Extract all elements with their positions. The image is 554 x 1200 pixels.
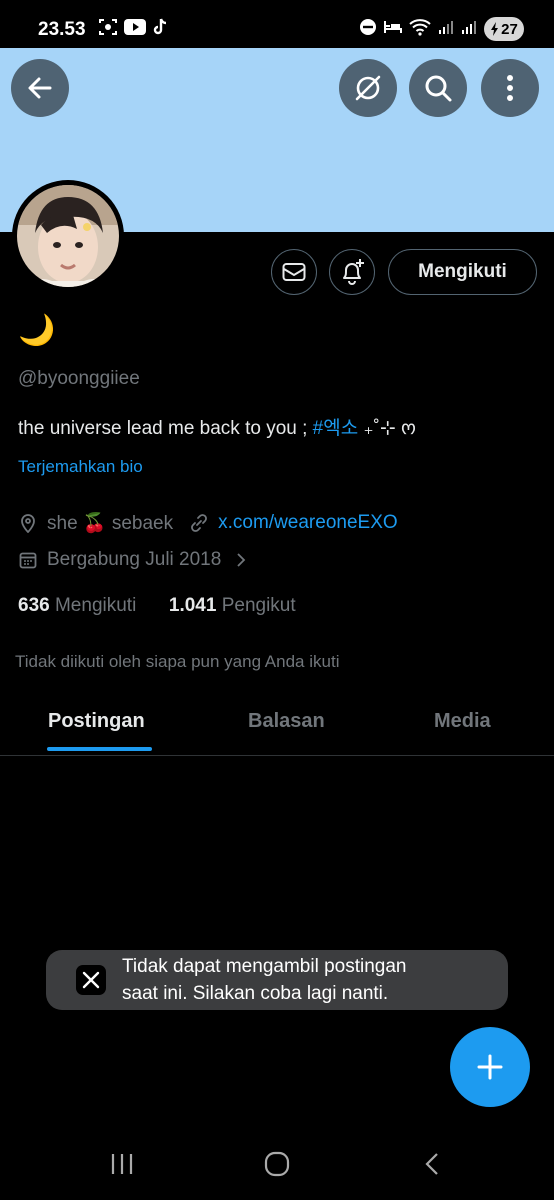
hide-profile-button[interactable] xyxy=(339,59,397,117)
mutual-followers-note: Tidak diikuti oleh siapa pun yang Anda i… xyxy=(15,652,340,671)
arrow-left-icon xyxy=(28,77,52,99)
compose-button[interactable] xyxy=(450,1027,530,1107)
bio-hashtag-link[interactable]: #엑소 xyxy=(313,418,359,439)
home-button[interactable] xyxy=(257,1148,297,1180)
profile-handle: @byoonggiiee xyxy=(18,368,140,389)
tab-media[interactable]: Media xyxy=(434,710,491,733)
search-button[interactable] xyxy=(409,59,467,117)
battery-indicator: 27 xyxy=(484,17,524,41)
following-button[interactable]: Mengikuti xyxy=(388,249,537,295)
profile-location: she 🍒 sebaek xyxy=(47,513,174,534)
display-name: 🌙 xyxy=(18,314,56,347)
plus-icon xyxy=(477,1054,503,1080)
battery-level: 27 xyxy=(501,20,518,38)
x-logo-icon xyxy=(76,965,106,995)
recent-apps-button[interactable] xyxy=(102,1148,142,1180)
screenshot-icon xyxy=(98,18,118,41)
toast-line-1: Tidak dapat mengambil postingan xyxy=(122,956,407,977)
avatar[interactable] xyxy=(12,180,124,292)
dnd-icon xyxy=(359,18,377,41)
back-button[interactable] xyxy=(11,59,69,117)
avatar-image xyxy=(17,185,119,287)
charging-icon xyxy=(491,22,499,36)
signal-icon-2 xyxy=(461,19,477,40)
profile-meta-row: she 🍒 sebaek x.com/weareoneEXO xyxy=(18,511,398,535)
system-back-button[interactable] xyxy=(412,1148,452,1180)
bio-text: the universe lead me back to you ; xyxy=(18,418,313,439)
signal-icon xyxy=(438,19,454,40)
bell-plus-icon xyxy=(343,259,364,285)
eye-slash-icon xyxy=(355,75,381,101)
profile-joined-row[interactable]: Bergabung Juli 2018 xyxy=(18,549,260,571)
more-vertical-icon xyxy=(507,75,513,101)
link-icon xyxy=(189,513,209,533)
more-options-button[interactable] xyxy=(481,59,539,117)
followers-count: 1.041 xyxy=(168,595,217,616)
followers-stat[interactable]: 1.041 Pengikut xyxy=(169,595,296,616)
youtube-icon xyxy=(124,19,146,40)
active-tab-indicator xyxy=(47,747,152,751)
home-icon xyxy=(264,1151,290,1177)
following-stat[interactable]: 636 Mengikuti xyxy=(18,595,136,616)
chevron-right-icon xyxy=(231,550,251,570)
profile-bio: the universe lead me back to you ; #엑소 ₊… xyxy=(18,413,416,440)
wifi-icon xyxy=(409,18,431,41)
system-navigation-bar xyxy=(0,1130,554,1200)
system-icons: 27 xyxy=(359,17,524,41)
sleep-mode-icon xyxy=(384,20,402,39)
profile-joined-date: Bergabung Juli 2018 xyxy=(47,549,222,570)
error-toast: Tidak dapat mengambil postingan saat ini… xyxy=(46,950,508,1010)
calendar-icon xyxy=(18,550,38,570)
toast-message: Tidak dapat mengambil postingan saat ini… xyxy=(122,953,502,1007)
message-button[interactable] xyxy=(271,249,317,295)
profile-website-link[interactable]: x.com/weareoneEXO xyxy=(218,512,398,534)
following-label: Mengikuti xyxy=(54,595,137,616)
notifications-button[interactable] xyxy=(329,249,375,295)
recent-apps-icon xyxy=(111,1154,133,1174)
bio-suffix: ₊˚⊹ ო xyxy=(358,418,416,439)
translate-bio-link[interactable]: Terjemahkan bio xyxy=(18,457,143,477)
following-count: 636 xyxy=(18,595,50,616)
tab-postingan[interactable]: Postingan xyxy=(48,710,145,733)
toast-line-2: saat ini. Silakan coba lagi nanti. xyxy=(122,983,389,1004)
search-icon xyxy=(425,75,452,102)
chevron-left-icon xyxy=(425,1153,438,1175)
tiktok-icon xyxy=(152,18,168,41)
tab-balasan[interactable]: Balasan xyxy=(248,710,325,733)
notification-icons xyxy=(98,18,168,41)
location-icon xyxy=(18,513,38,533)
status-time: 23.53 xyxy=(38,19,86,40)
profile-tabs: Postingan Balasan Media xyxy=(0,696,554,756)
followers-label: Pengikut xyxy=(221,595,296,616)
status-bar: 23.53 27 xyxy=(0,0,554,48)
envelope-icon xyxy=(282,263,306,281)
follow-counts: 636 Mengikuti 1.041 Pengikut xyxy=(18,595,296,617)
